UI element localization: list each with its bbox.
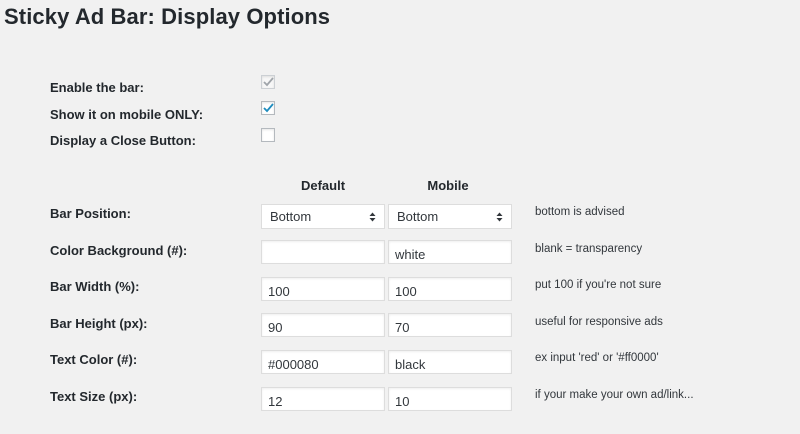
text-color-default-input[interactable]: #000080 xyxy=(261,350,385,374)
text-color-mobile-input[interactable]: black xyxy=(388,350,512,374)
checkmark-icon xyxy=(263,77,274,87)
text-color-label: Text Color (#): xyxy=(50,352,138,367)
bar-width-default-input[interactable]: 100 xyxy=(261,277,385,301)
text-size-default-input[interactable]: 12 xyxy=(261,387,385,411)
bar-position-default-select[interactable]: Bottom xyxy=(261,204,385,229)
bar-width-label: Bar Width (%): xyxy=(50,279,140,294)
text-size-label: Text Size (px): xyxy=(50,389,138,404)
text-size-mobile-input[interactable]: 10 xyxy=(388,387,512,411)
close-button-label: Display a Close Button: xyxy=(50,133,196,148)
page-title: Sticky Ad Bar: Display Options xyxy=(4,4,331,29)
select-arrows-icon xyxy=(496,212,503,222)
color-background-label: Color Background (#): xyxy=(50,243,188,258)
bar-height-hint: useful for responsive ads xyxy=(535,316,663,328)
bar-position-mobile-select[interactable]: Bottom xyxy=(388,204,512,229)
select-value: Bottom xyxy=(397,209,439,224)
color-background-default-input[interactable] xyxy=(261,240,385,264)
color-background-mobile-input[interactable]: white xyxy=(388,240,512,264)
select-value: Bottom xyxy=(270,209,312,224)
mobile-only-label: Show it on mobile ONLY: xyxy=(50,107,204,122)
bar-height-default-input[interactable]: 90 xyxy=(261,313,385,337)
close-button-checkbox[interactable] xyxy=(261,128,275,142)
text-size-hint: if your make your own ad/link... xyxy=(535,389,694,401)
bar-position-label: Bar Position: xyxy=(50,206,131,221)
bar-height-label: Bar Height (px): xyxy=(50,316,148,331)
column-default-header: Default xyxy=(300,178,346,193)
select-arrows-icon xyxy=(369,212,376,222)
enable-bar-checkbox[interactable] xyxy=(261,75,275,89)
bar-width-mobile-input[interactable]: 100 xyxy=(388,277,512,301)
color-background-hint: blank = transparency xyxy=(535,243,643,255)
text-color-hint: ex input 'red' or '#ff0000' xyxy=(535,352,659,364)
checkmark-icon xyxy=(263,103,274,113)
bar-width-hint: put 100 if you're not sure xyxy=(535,279,662,291)
bar-position-hint: bottom is advised xyxy=(535,206,625,218)
column-mobile-header: Mobile xyxy=(427,178,469,193)
mobile-only-checkbox[interactable] xyxy=(261,101,275,115)
bar-height-mobile-input[interactable]: 70 xyxy=(388,313,512,337)
enable-bar-label: Enable the bar: xyxy=(50,80,144,95)
